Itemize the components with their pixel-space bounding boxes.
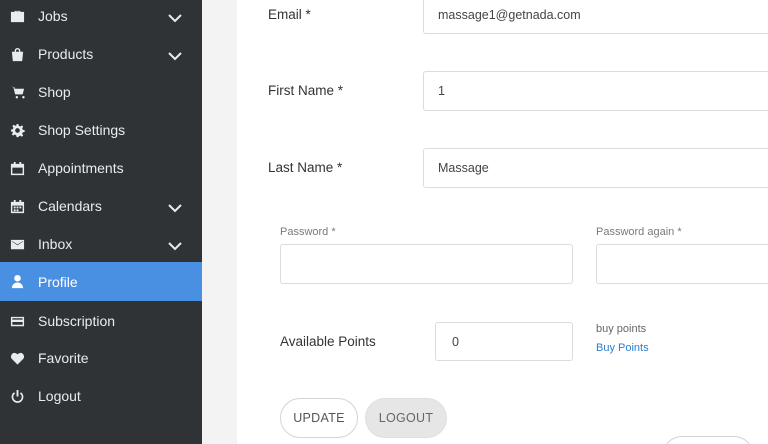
sidebar-item-label: Calendars	[38, 198, 102, 214]
chevron-down-icon	[168, 10, 182, 23]
profile-form-panel	[237, 0, 768, 444]
password-label: Password *	[280, 226, 336, 238]
buy-points-text: buy points	[596, 323, 647, 335]
sidebar-item-label: Profile	[38, 273, 78, 290]
buy-points-link[interactable]: Buy Points	[596, 342, 649, 354]
sidebar-item-label: Products	[38, 46, 94, 62]
password-again-field[interactable]	[596, 244, 768, 284]
sidebar-item-label: Favorite	[38, 350, 89, 366]
available-points-field[interactable]: 0	[435, 322, 573, 361]
gear-icon	[9, 122, 25, 138]
first-name-label: First Name *	[268, 83, 344, 98]
last-name-label: Last Name *	[268, 160, 343, 175]
sidebar-item-logout[interactable]: Logout	[0, 377, 202, 415]
sidebar-item-label: Jobs	[38, 8, 68, 24]
first-name-field[interactable]: 1	[423, 71, 768, 111]
logout-button[interactable]: LOGOUT	[365, 398, 447, 438]
sidebar-item-inbox[interactable]: Inbox	[0, 225, 202, 263]
sidebar-item-subscription[interactable]: Subscription	[0, 302, 202, 340]
calendar-icon	[9, 160, 25, 176]
email-label: Email *	[268, 7, 311, 22]
calendar-grid-icon	[9, 198, 25, 214]
email-field[interactable]: massage1@getnada.com	[423, 0, 768, 34]
password-again-label: Password again *	[596, 226, 682, 238]
credit-card-icon	[9, 313, 25, 329]
cart-icon	[9, 84, 25, 100]
sidebar-item-profile[interactable]: Profile	[0, 262, 202, 301]
heart-icon	[9, 350, 25, 366]
briefcase-icon	[9, 8, 25, 24]
sidebar-item-calendars[interactable]: Calendars	[0, 187, 202, 225]
chevron-down-icon	[168, 200, 182, 213]
sidebar-item-jobs[interactable]: Jobs	[0, 0, 202, 35]
sidebar-item-label: Inbox	[38, 236, 73, 252]
user-icon	[9, 274, 25, 290]
bag-icon	[9, 46, 25, 62]
sidebar-item-label: Appointments	[38, 160, 124, 176]
update-button[interactable]: UPDATE	[280, 398, 358, 438]
password-field[interactable]	[280, 244, 573, 284]
sidebar-item-label: Shop	[38, 84, 71, 100]
envelope-icon	[9, 236, 25, 252]
sidebar: Jobs Products Shop Shop Settings Appoint…	[0, 0, 202, 444]
sidebar-item-label: Shop Settings	[38, 122, 126, 138]
sidebar-item-shop-settings[interactable]: Shop Settings	[0, 111, 202, 149]
sidebar-item-label: Logout	[38, 388, 81, 404]
chevron-down-icon	[168, 238, 182, 251]
chevron-down-icon	[168, 48, 182, 61]
sidebar-item-products[interactable]: Products	[0, 35, 202, 73]
available-points-label: Available Points	[280, 334, 376, 349]
sidebar-item-appointments[interactable]: Appointments	[0, 149, 202, 187]
power-icon	[9, 388, 25, 404]
sidebar-item-shop[interactable]: Shop	[0, 73, 202, 111]
partial-button[interactable]	[662, 436, 754, 444]
sidebar-item-label: Subscription	[38, 313, 116, 329]
sidebar-item-favorite[interactable]: Favorite	[0, 339, 202, 377]
last-name-field[interactable]: Massage	[423, 148, 768, 188]
